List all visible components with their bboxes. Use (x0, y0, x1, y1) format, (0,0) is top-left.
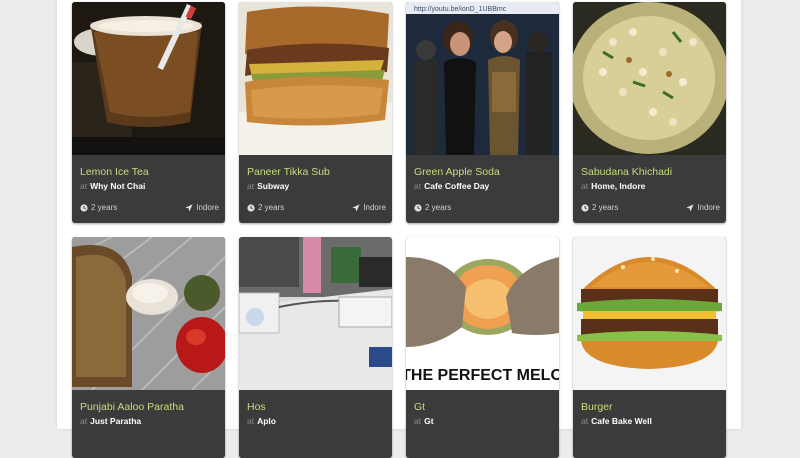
food-card[interactable]: Hos at Aplo (239, 237, 392, 458)
location-arrow-icon (352, 203, 360, 212)
card-info: Green Apple Soda at Cafe Coffee Day 2 yea… (406, 155, 559, 223)
clock-icon (581, 203, 589, 212)
location-arrow-icon (185, 203, 193, 212)
card-info: Lemon Ice Tea at Why Not Chai 2 years Ind… (72, 155, 225, 223)
place-line: at Home, Indore (581, 181, 645, 191)
food-photo[interactable] (573, 237, 726, 390)
food-title[interactable]: Green Apple Soda (414, 166, 500, 178)
food-card[interactable]: http://youtu.be/ionD_1UBBmc Green Apple … (406, 2, 559, 223)
video-url: http://youtu.be/ionD_1UBBmc (414, 6, 507, 13)
card-info: Punjabi Aaloo Paratha at Just Paratha (72, 390, 225, 458)
food-title[interactable]: Punjabi Aaloo Paratha (80, 401, 184, 413)
time-ago: 2 years (414, 203, 451, 212)
place-line: at Just Paratha (80, 416, 141, 426)
at-label: at (80, 181, 88, 191)
at-label: at (414, 181, 422, 191)
food-photo[interactable] (72, 2, 225, 155)
food-photo[interactable] (573, 2, 726, 155)
place-line: at Cafe Bake Well (581, 416, 652, 426)
place-line: at Aplo (247, 416, 276, 426)
food-photo[interactable]: THE PERFECT MELO (406, 237, 559, 390)
place-line: at Subway (247, 181, 289, 191)
clock-icon (247, 203, 255, 212)
food-title[interactable]: Burger (581, 401, 613, 413)
at-label: at (581, 181, 589, 191)
place-name[interactable]: Just Paratha (90, 416, 141, 426)
at-label: at (247, 416, 255, 426)
place-name[interactable]: Cafe Bake Well (591, 416, 652, 426)
food-photo[interactable]: http://youtu.be/ionD_1UBBmc (406, 2, 559, 155)
card-info: Paneer Tikka Sub at Subway 2 years Indore (239, 155, 392, 223)
time-ago: 2 years (80, 203, 117, 212)
food-photo[interactable] (239, 2, 392, 155)
at-label: at (581, 416, 589, 426)
place-name[interactable]: Subway (257, 181, 289, 191)
food-title[interactable]: Hos (247, 401, 266, 413)
feed-panel: Lemon Ice Tea at Why Not Chai 2 years Ind… (57, 0, 741, 458)
food-title[interactable]: Gt (414, 401, 425, 413)
location-arrow-icon (686, 203, 694, 212)
time-ago: 2 years (247, 203, 284, 212)
food-card[interactable]: Lemon Ice Tea at Why Not Chai 2 years Ind… (72, 2, 225, 223)
food-card[interactable]: Punjabi Aaloo Paratha at Just Paratha (72, 237, 225, 458)
place-name[interactable]: Home, Indore (591, 181, 645, 191)
place-name[interactable]: Cafe Coffee Day (424, 181, 489, 191)
food-card[interactable]: Paneer Tikka Sub at Subway 2 years Indore (239, 2, 392, 223)
at-label: at (414, 416, 422, 426)
card-info: Gt at Gt (406, 390, 559, 458)
card-info: Burger at Cafe Bake Well (573, 390, 726, 458)
time-ago: 2 years (581, 203, 618, 212)
at-label: at (80, 416, 88, 426)
place-line: at Why Not Chai (80, 181, 145, 191)
food-card[interactable]: THE PERFECT MELO Gt at Gt (406, 237, 559, 458)
clock-icon (414, 203, 422, 212)
food-title[interactable]: Paneer Tikka Sub (247, 166, 330, 178)
food-card[interactable]: Burger at Cafe Bake Well (573, 237, 726, 458)
food-title[interactable]: Lemon Ice Tea (80, 166, 149, 178)
card-info: Hos at Aplo (239, 390, 392, 458)
location[interactable]: Indore (686, 203, 720, 212)
melon-caption: THE PERFECT MELO (406, 367, 559, 384)
card-info: Sabudana Khichadi at Home, Indore 2 years… (573, 155, 726, 223)
place-line: at Gt (414, 416, 434, 426)
place-name[interactable]: Aplo (257, 416, 276, 426)
food-card[interactable]: Sabudana Khichadi at Home, Indore 2 years… (573, 2, 726, 223)
location[interactable]: Indore (352, 203, 386, 212)
food-photo[interactable] (72, 237, 225, 390)
place-name[interactable]: Why Not Chai (90, 181, 145, 191)
clock-icon (80, 203, 88, 212)
place-name[interactable]: Gt (424, 416, 433, 426)
at-label: at (247, 181, 255, 191)
food-title[interactable]: Sabudana Khichadi (581, 166, 672, 178)
location[interactable]: Indore (185, 203, 219, 212)
food-photo[interactable] (239, 237, 392, 390)
place-line: at Cafe Coffee Day (414, 181, 489, 191)
